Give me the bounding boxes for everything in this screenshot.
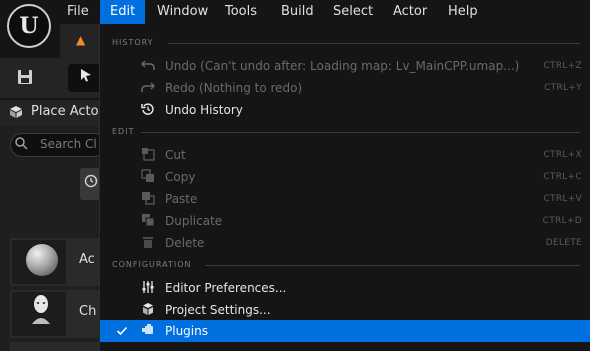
paste-shortcut: CTRL+V — [543, 194, 582, 204]
section-divider — [205, 265, 580, 266]
paste-icon — [140, 191, 156, 207]
search-icon — [15, 137, 28, 154]
redo-shortcut: CTRL+Y — [544, 83, 582, 93]
undo-history-label: Undo History — [165, 103, 243, 117]
trash-icon — [140, 235, 156, 251]
select-mode-icon[interactable] — [68, 64, 100, 92]
section-divider — [168, 43, 580, 44]
editor-preferences-label: Editor Preferences... — [165, 281, 287, 295]
menu-window[interactable]: Window — [147, 0, 218, 24]
unreal-logo-icon[interactable]: U — [7, 4, 51, 48]
menu-actor[interactable]: Actor — [383, 0, 437, 24]
duplicate-label: Duplicate — [165, 214, 223, 228]
section-history: HISTORY — [112, 38, 154, 47]
level-tab-icon: ▲ — [76, 33, 86, 47]
redo-icon — [140, 80, 156, 96]
plugin-icon — [140, 323, 156, 339]
actor-label: Ch — [79, 304, 97, 319]
sliders-icon — [140, 280, 156, 296]
section-configuration: CONFIGURATION — [112, 260, 192, 269]
menu-help[interactable]: Help — [438, 0, 488, 24]
section-divider — [141, 132, 580, 133]
undo-icon — [140, 58, 156, 74]
project-settings-label: Project Settings... — [165, 303, 271, 317]
cut-label: Cut — [165, 148, 186, 162]
duplicate-icon — [140, 213, 156, 229]
undo-shortcut: CTRL+Z — [543, 61, 582, 71]
menu-select[interactable]: Select — [323, 0, 383, 24]
paste-label: Paste — [165, 192, 198, 206]
settings-icon — [140, 302, 156, 318]
clock-icon — [84, 174, 98, 192]
place-actors-icon — [9, 105, 23, 122]
redo-label: Redo (Nothing to redo) — [165, 81, 303, 95]
delete-shortcut: DELETE — [545, 238, 582, 248]
cut-shortcut: CTRL+X — [543, 150, 582, 160]
save-icon[interactable] — [14, 68, 36, 88]
checkmark-icon — [116, 325, 128, 340]
cut-icon — [140, 147, 156, 163]
duplicate-shortcut: CTRL+D — [542, 216, 582, 226]
menu-file[interactable]: File — [57, 0, 99, 24]
list-item[interactable] — [10, 342, 106, 351]
copy-label: Copy — [165, 170, 196, 184]
character-head-icon — [30, 294, 52, 324]
panel-title: Place Actor — [31, 104, 101, 119]
undo-label: Undo (Can't undo after: Loading map: Lv_… — [165, 59, 520, 73]
menu-edit[interactable]: Edit — [100, 0, 146, 24]
copy-shortcut: CTRL+C — [543, 172, 582, 182]
plugins-label: Plugins — [165, 324, 208, 338]
actor-label: Ac — [79, 252, 95, 267]
sphere-icon — [26, 244, 58, 276]
delete-label: Delete — [165, 236, 205, 250]
copy-icon — [140, 169, 156, 185]
section-edit: EDIT — [112, 127, 135, 136]
menu-build[interactable]: Build — [271, 0, 324, 24]
search-placeholder: Search Cl — [40, 137, 97, 151]
menu-tools[interactable]: Tools — [215, 0, 267, 24]
history-icon — [140, 102, 156, 118]
